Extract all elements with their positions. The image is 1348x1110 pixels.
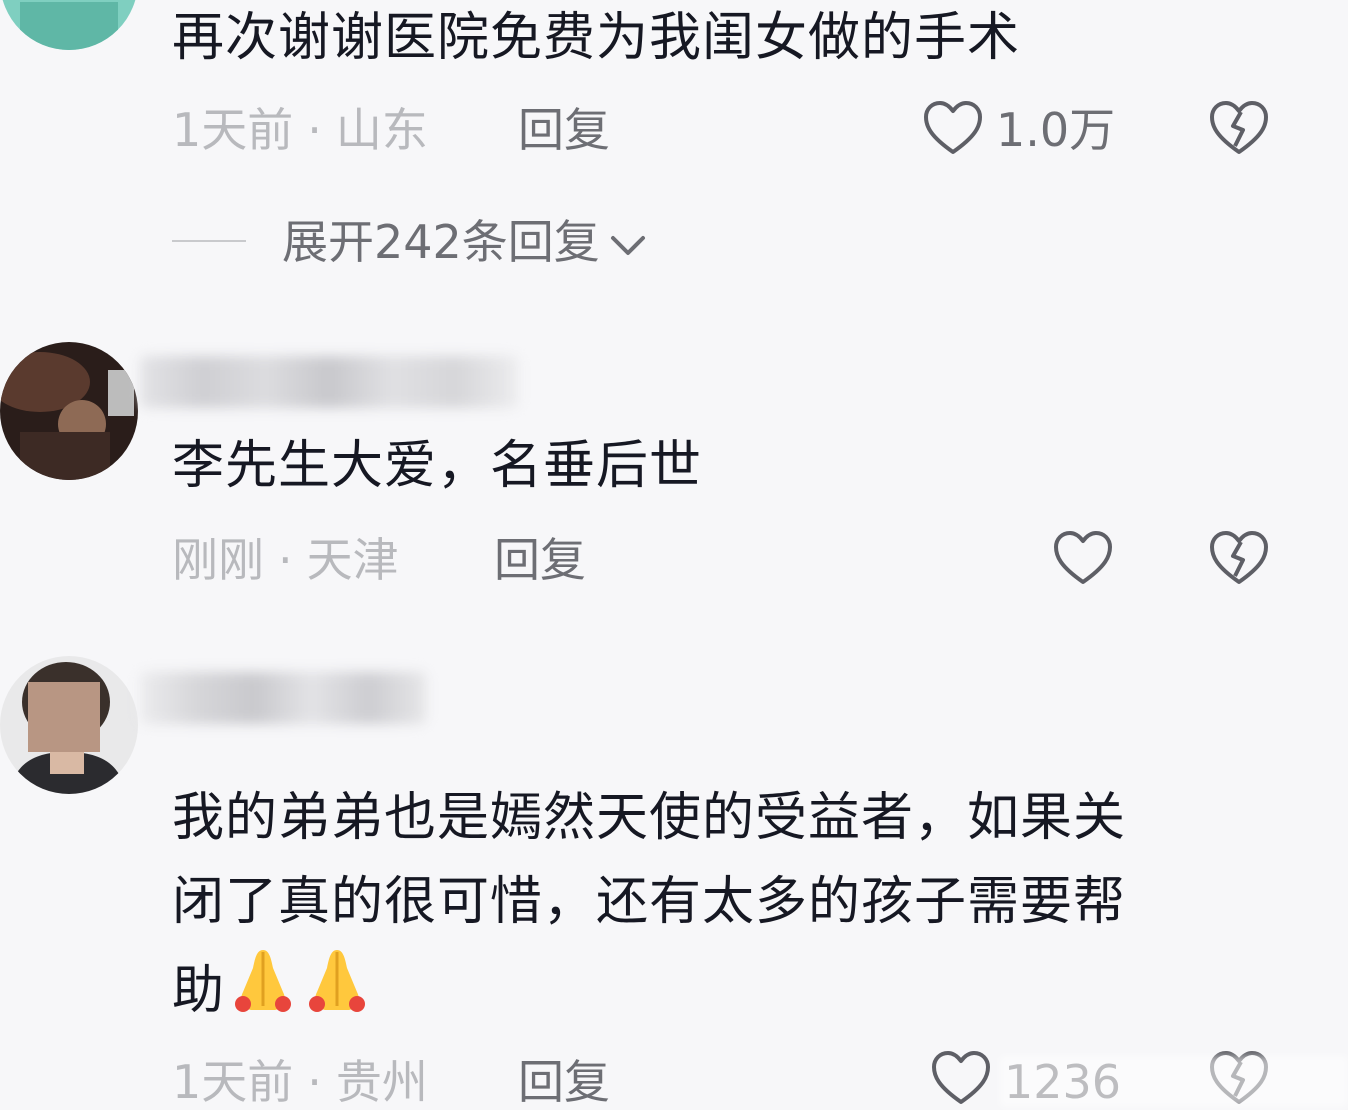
- comment-location: 山东: [335, 103, 428, 157]
- comment-text: 李先生大爱，名垂后世: [172, 436, 703, 496]
- reply-button[interactable]: 回复: [518, 102, 610, 158]
- folded-hands-emoji: [227, 944, 299, 1041]
- broken-heart-icon[interactable]: [1208, 100, 1270, 156]
- expand-divider: [172, 240, 246, 242]
- reply-button[interactable]: 回复: [494, 532, 586, 588]
- avatar[interactable]: [0, 0, 138, 50]
- watermark-overlay: [1000, 1056, 1348, 1107]
- avatar[interactable]: [0, 342, 138, 480]
- comment-text: 再次谢谢医院免费为我闺女做的手术: [172, 8, 1021, 68]
- comment-location: 天津: [306, 533, 399, 587]
- comment-meta: 刚刚 · 天津: [172, 532, 399, 588]
- username[interactable]: [140, 356, 518, 408]
- reply-button[interactable]: 回复: [518, 1054, 610, 1110]
- expand-replies-label: 展开242条回复: [282, 215, 600, 269]
- comment-meta: 1天前 · 山东: [172, 102, 428, 158]
- separator-dot: ·: [307, 103, 322, 157]
- comment-time: 刚刚: [172, 533, 264, 587]
- expand-replies-button[interactable]: 展开242条回复: [282, 214, 648, 270]
- chevron-down-icon: [610, 235, 645, 255]
- separator-dot: ·: [307, 1055, 322, 1109]
- avatar[interactable]: [0, 656, 138, 794]
- heart-outline-icon[interactable]: [922, 100, 984, 156]
- heart-outline-icon[interactable]: [930, 1050, 992, 1106]
- comment-location: 贵州: [335, 1055, 428, 1109]
- like-count: 1.0万: [996, 103, 1116, 157]
- comment-text-line: 闭了真的很可惜，还有太多的孩子需要帮: [172, 872, 1127, 932]
- comment-time: 1天前: [172, 1055, 294, 1109]
- comment-text-line: 我的弟弟也是嫣然天使的受益者，如果关: [172, 788, 1127, 848]
- separator-dot: ·: [278, 533, 293, 587]
- comment-text-line: 助: [172, 944, 373, 1041]
- folded-hands-emoji: [301, 944, 373, 1041]
- comment-meta: 1天前 · 贵州: [172, 1054, 428, 1110]
- heart-outline-icon[interactable]: [1052, 530, 1114, 586]
- comment-text-tail: 助: [172, 961, 226, 1021]
- comment-time: 1天前: [172, 103, 294, 157]
- username[interactable]: [140, 672, 426, 724]
- broken-heart-icon[interactable]: [1208, 530, 1270, 586]
